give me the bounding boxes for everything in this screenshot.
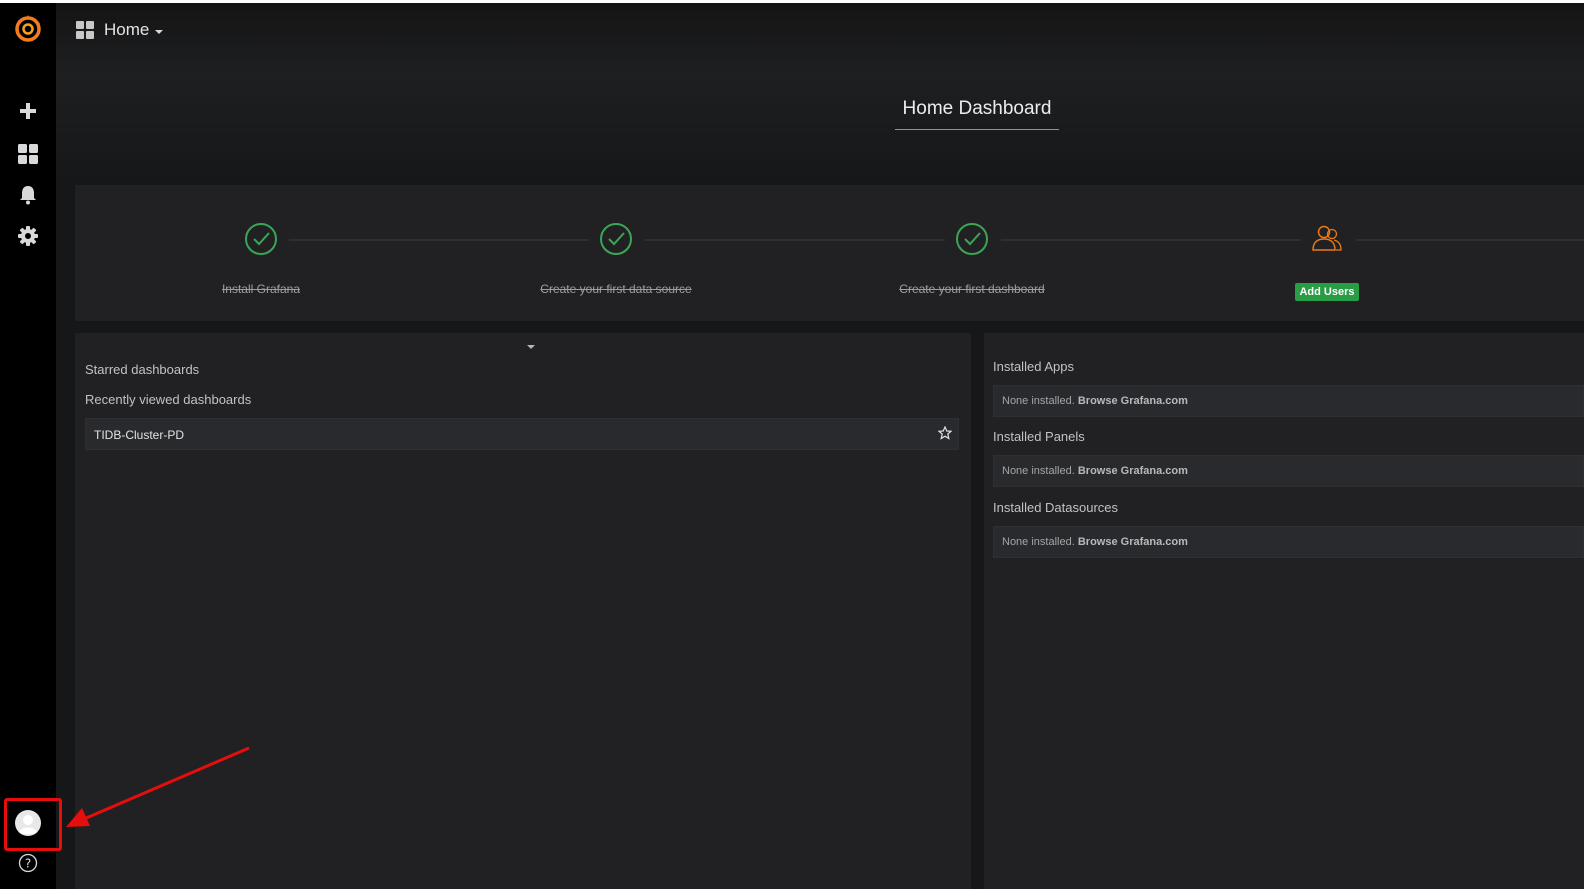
installed-panels-heading: Installed Panels bbox=[993, 429, 1085, 444]
grafana-logo-icon[interactable] bbox=[0, 11, 56, 47]
browse-grafana-link[interactable]: Browse Grafana.com bbox=[1078, 465, 1188, 477]
svg-text:?: ? bbox=[25, 857, 31, 871]
dashboards-icon bbox=[76, 21, 94, 39]
none-installed-text: None installed. bbox=[1002, 395, 1075, 407]
plus-icon[interactable] bbox=[0, 93, 56, 129]
installed-datasources-heading: Installed Datasources bbox=[993, 500, 1119, 515]
sidebar: ? bbox=[0, 3, 56, 889]
getting-started-panel: Install Grafana Create your first data s… bbox=[75, 185, 1584, 321]
bell-icon[interactable] bbox=[0, 177, 56, 213]
installed-panels-box: None installed. Browse Grafana.com bbox=[993, 455, 1584, 487]
dashboard-list-panel: Starred dashboards Recently viewed dashb… bbox=[75, 333, 971, 889]
gear-icon[interactable] bbox=[0, 218, 56, 254]
page-title: Home Dashboard bbox=[895, 98, 1059, 130]
step-connector bbox=[1356, 239, 1584, 241]
dashboard-picker[interactable]: Home bbox=[76, 15, 164, 45]
list-item[interactable]: TIDB-Cluster-PD bbox=[85, 418, 959, 450]
browse-grafana-link[interactable]: Browse Grafana.com bbox=[1078, 536, 1188, 548]
dashboard-picker-title: Home bbox=[104, 20, 150, 39]
dashboard-link[interactable]: TIDB-Cluster-PD bbox=[94, 428, 184, 442]
check-circle-icon bbox=[600, 223, 632, 255]
add-users-button[interactable]: Add Users bbox=[1295, 283, 1359, 301]
panel-menu-caret-icon[interactable] bbox=[527, 345, 535, 349]
annotation-highlight-box bbox=[4, 798, 62, 851]
star-icon[interactable] bbox=[938, 426, 952, 440]
plugin-list-panel: Installed Apps None installed. Browse Gr… bbox=[984, 333, 1584, 889]
check-circle-icon bbox=[245, 223, 277, 255]
installed-apps-box: None installed. Browse Grafana.com bbox=[993, 385, 1584, 417]
check-circle-icon bbox=[956, 223, 988, 255]
users-icon bbox=[1312, 225, 1342, 251]
chevron-down-icon bbox=[155, 29, 164, 34]
step-label[interactable]: Create your first dashboard bbox=[852, 282, 1092, 296]
step-label[interactable]: Install Grafana bbox=[141, 282, 381, 296]
step-connector bbox=[1001, 239, 1301, 241]
installed-datasources-box: None installed. Browse Grafana.com bbox=[993, 526, 1584, 558]
none-installed-text: None installed. bbox=[1002, 536, 1075, 548]
step-connector bbox=[645, 239, 945, 241]
step-connector bbox=[289, 239, 589, 241]
installed-apps-heading: Installed Apps bbox=[993, 359, 1074, 374]
starred-dashboards-heading: Starred dashboards bbox=[85, 362, 200, 377]
none-installed-text: None installed. bbox=[1002, 465, 1075, 477]
recent-dashboards-heading: Recently viewed dashboards bbox=[85, 392, 252, 407]
browse-grafana-link[interactable]: Browse Grafana.com bbox=[1078, 395, 1188, 407]
dashboards-icon[interactable] bbox=[0, 136, 56, 172]
step-label[interactable]: Create your first data source bbox=[496, 282, 736, 296]
main-content: Home Home Dashboard Install Grafana Crea… bbox=[56, 3, 1584, 889]
